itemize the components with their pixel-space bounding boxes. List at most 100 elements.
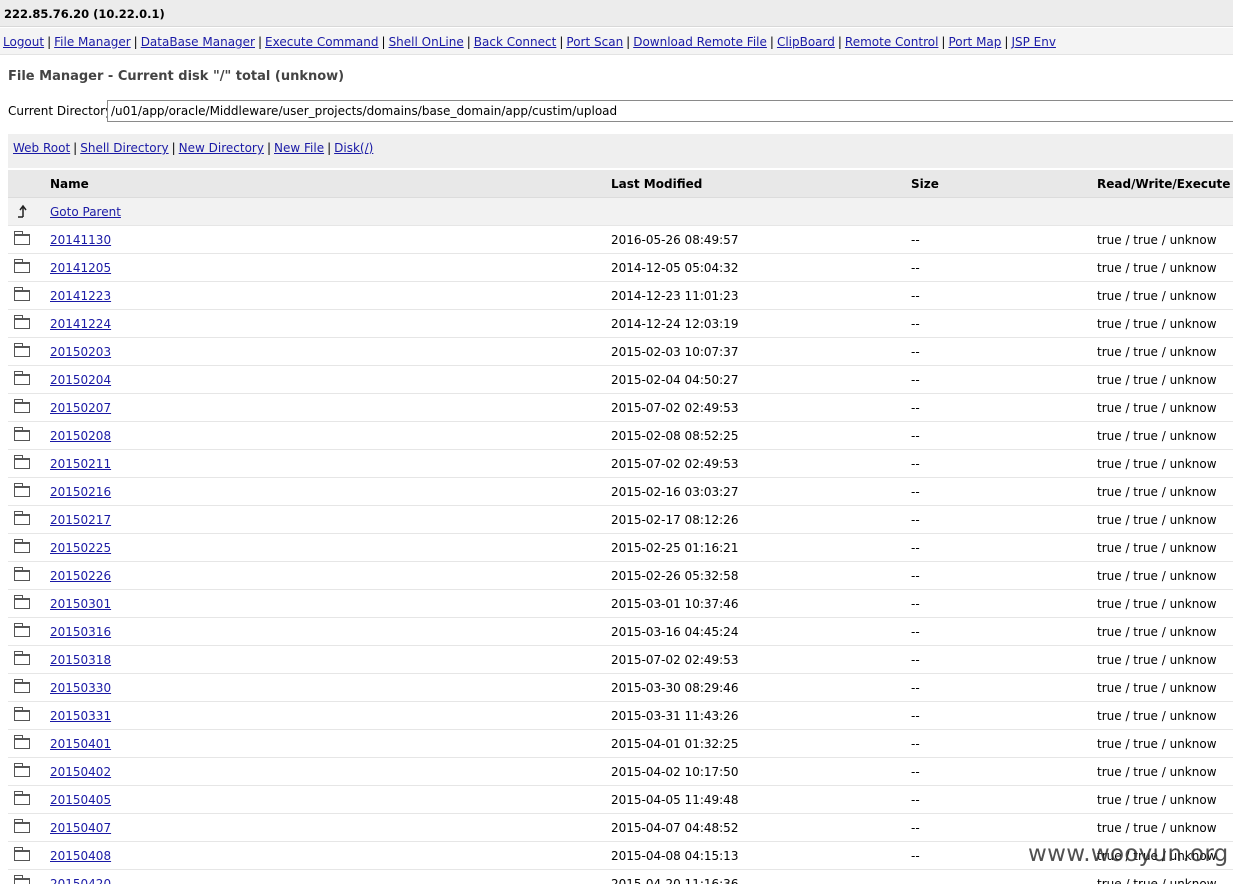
folder-icon: [14, 511, 32, 526]
table-row: 20150402 2015-04-02 10:17:50 -- true / true…: [8, 758, 1233, 786]
size-cell: --: [911, 289, 920, 303]
host-bar: 222.85.76.20 (10.22.0.1): [0, 0, 1233, 27]
nav-execute-command[interactable]: Execute Command: [265, 35, 378, 49]
table-row: 20150217 2015-02-17 08:12:26 -- true / true…: [8, 506, 1233, 534]
folder-link[interactable]: 20150226: [50, 569, 111, 583]
nav-separator: |: [466, 35, 471, 49]
folder-link[interactable]: 20150331: [50, 709, 111, 723]
permissions-cell: true / true / unknow: [1097, 765, 1217, 779]
link-shell-directory[interactable]: Shell Directory: [80, 141, 168, 155]
nav-separator: |: [381, 35, 386, 49]
last-modified-cell: 2015-07-02 02:49:53: [611, 653, 739, 667]
folder-icon: [14, 343, 32, 358]
nav-file-manager[interactable]: File Manager: [54, 35, 131, 49]
folder-icon: [14, 679, 32, 694]
nav-separator: |: [941, 35, 946, 49]
nav-separator: |: [133, 35, 138, 49]
nav-port-scan[interactable]: Port Scan: [566, 35, 623, 49]
nav-back-connect[interactable]: Back Connect: [474, 35, 557, 49]
goto-parent-link[interactable]: Goto Parent: [50, 205, 121, 219]
folder-link[interactable]: 20141130: [50, 233, 111, 247]
folder-link[interactable]: 20150407: [50, 821, 111, 835]
nav-download-remote-file[interactable]: Download Remote File: [633, 35, 767, 49]
size-cell: --: [911, 765, 920, 779]
nav-logout[interactable]: Logout: [3, 35, 44, 49]
table-row: 20150204 2015-02-04 04:50:27 -- true / true…: [8, 366, 1233, 394]
nav-separator: |: [769, 35, 774, 49]
last-modified-cell: 2015-03-31 11:43:26: [611, 709, 739, 723]
link-separator: |: [327, 141, 332, 155]
folder-link[interactable]: 20150217: [50, 513, 111, 527]
host-address: 222.85.76.20 (10.22.0.1): [4, 7, 165, 21]
link-new-file[interactable]: New File: [274, 141, 324, 155]
size-cell: --: [911, 681, 920, 695]
last-modified-cell: 2015-04-07 04:48:52: [611, 821, 739, 835]
last-modified-cell: 2015-07-02 02:49:53: [611, 401, 739, 415]
nav-database-manager[interactable]: DataBase Manager: [141, 35, 255, 49]
folder-link[interactable]: 20150420: [50, 877, 111, 884]
permissions-cell: true / true / unknow: [1097, 233, 1217, 247]
nav-shell-online[interactable]: Shell OnLine: [389, 35, 464, 49]
folder-link[interactable]: 20150330: [50, 681, 111, 695]
permissions-cell: true / true / unknow: [1097, 597, 1217, 611]
folder-link[interactable]: 20150318: [50, 653, 111, 667]
table-header: Name Last Modified Size Read/Write/Execu…: [8, 170, 1233, 198]
folder-icon: [14, 371, 32, 386]
table-row: 20150226 2015-02-26 05:32:58 -- true / true…: [8, 562, 1233, 590]
folder-icon: [14, 287, 32, 302]
folder-icon: [14, 819, 32, 834]
folder-icon: [14, 315, 32, 330]
nav-jsp-env[interactable]: JSP Env: [1011, 35, 1056, 49]
folder-icon: [14, 707, 32, 722]
folder-link[interactable]: 20150208: [50, 429, 111, 443]
permissions-cell: true / true / unknow: [1097, 401, 1217, 415]
folder-link[interactable]: 20150216: [50, 485, 111, 499]
last-modified-cell: 2015-04-20 11:16:36: [611, 877, 739, 884]
folder-link[interactable]: 20150207: [50, 401, 111, 415]
last-modified-cell: 2015-02-03 10:07:37: [611, 345, 739, 359]
last-modified-cell: 2015-04-02 10:17:50: [611, 765, 739, 779]
folder-link[interactable]: 20150316: [50, 625, 111, 639]
table-row: 20150401 2015-04-01 01:32:25 -- true / true…: [8, 730, 1233, 758]
nav-port-map[interactable]: Port Map: [948, 35, 1001, 49]
folder-link[interactable]: 20150301: [50, 597, 111, 611]
folder-icon: [14, 595, 32, 610]
folder-link[interactable]: 20150405: [50, 793, 111, 807]
nav-clipboard[interactable]: ClipBoard: [777, 35, 835, 49]
folder-icon: [14, 875, 32, 884]
size-cell: --: [911, 849, 920, 863]
folder-icon: [14, 427, 32, 442]
folder-link[interactable]: 20150211: [50, 457, 111, 471]
permissions-cell: true / true / unknow: [1097, 261, 1217, 275]
permissions-cell: true / true / unknow: [1097, 289, 1217, 303]
link-web-root[interactable]: Web Root: [13, 141, 70, 155]
folder-link[interactable]: 20141224: [50, 317, 111, 331]
folder-icon: [14, 847, 32, 862]
column-size: Size: [911, 177, 939, 191]
folder-link[interactable]: 20150204: [50, 373, 111, 387]
permissions-cell: true / true / unknow: [1097, 317, 1217, 331]
permissions-cell: true / true / unknow: [1097, 569, 1217, 583]
size-cell: --: [911, 233, 920, 247]
folder-link[interactable]: 20150225: [50, 541, 111, 555]
nav-separator: |: [626, 35, 631, 49]
nav-separator: |: [47, 35, 52, 49]
nav-separator: |: [1004, 35, 1009, 49]
current-directory-input[interactable]: [107, 100, 1233, 122]
folder-link[interactable]: 20150408: [50, 849, 111, 863]
folder-link[interactable]: 20150402: [50, 765, 111, 779]
folder-icon: [14, 763, 32, 778]
folder-icon: [14, 455, 32, 470]
folder-link[interactable]: 20150203: [50, 345, 111, 359]
folder-link[interactable]: 20141223: [50, 289, 111, 303]
folder-link[interactable]: 20141205: [50, 261, 111, 275]
folder-link[interactable]: 20150401: [50, 737, 111, 751]
nav-remote-control[interactable]: Remote Control: [845, 35, 939, 49]
last-modified-cell: 2015-02-17 08:12:26: [611, 513, 739, 527]
link-new-directory[interactable]: New Directory: [179, 141, 264, 155]
goto-parent-row: Goto Parent: [8, 198, 1233, 226]
last-modified-cell: 2015-04-01 01:32:25: [611, 737, 739, 751]
size-cell: --: [911, 709, 920, 723]
link-disk[interactable]: Disk(/): [334, 141, 373, 155]
table-row: 20150316 2015-03-16 04:45:24 -- true / true…: [8, 618, 1233, 646]
